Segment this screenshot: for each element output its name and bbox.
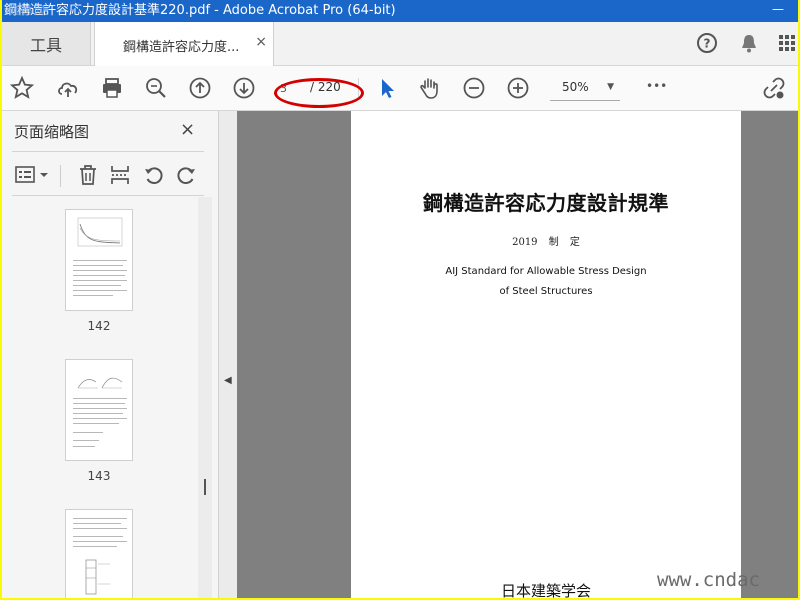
- select-cursor-icon[interactable]: [376, 76, 400, 100]
- thumbnail-text-line: [73, 295, 113, 296]
- panel-divider: [12, 151, 204, 152]
- zoom-dropdown[interactable]: 50% ▼: [550, 76, 620, 101]
- thumbnail-text-line: [73, 290, 127, 291]
- panel-divider: [12, 195, 204, 196]
- trash-icon[interactable]: [76, 163, 100, 187]
- thumbnail-text-line: [73, 423, 119, 424]
- panel-title: 页面缩略图: [14, 123, 90, 141]
- zoom-value: 50%: [562, 80, 589, 94]
- panel-tool-divider: [60, 165, 61, 187]
- help-icon[interactable]: ?: [696, 32, 718, 54]
- thumbnail-text-line: [73, 541, 127, 542]
- thumbnail-text-line: [73, 260, 127, 261]
- thumbnail-text-line: [73, 536, 123, 537]
- thumbnail-chart-preview: [77, 377, 123, 389]
- tab-tools-label: 工具: [30, 36, 63, 55]
- zoom-out-icon[interactable]: [462, 76, 486, 100]
- thumbnail-text-line: [73, 418, 127, 419]
- thumbnail-chart-preview: [77, 217, 123, 247]
- print-icon[interactable]: [100, 76, 124, 100]
- window-title: 鋼構造許容応力度設計基準220.pdf - Adobe Acrobat Pro …: [4, 3, 396, 18]
- tab-close-button[interactable]: ×: [255, 34, 267, 50]
- thumbnail-text-line: [73, 440, 99, 441]
- thumbnail-text-line: [73, 403, 125, 404]
- scrollbar-thumb[interactable]: [204, 479, 206, 495]
- svg-text:?: ?: [704, 37, 711, 51]
- thumbnail-diagram-preview: [85, 559, 110, 595]
- panel-toolbar: [2, 155, 218, 195]
- document-year: 2019 制 定: [512, 237, 580, 248]
- thumbnail-text-line: [73, 408, 127, 409]
- document-page: 鋼構造許容応力度設計規準 2019 制 定 AIJ Standard for A…: [351, 111, 741, 598]
- thumbnail-text-line: [73, 413, 123, 414]
- tab-tools[interactable]: 工具: [2, 22, 91, 65]
- chevron-left-icon[interactable]: ◀: [224, 375, 232, 386]
- share-link-icon[interactable]: [762, 76, 786, 100]
- page-up-icon[interactable]: [188, 76, 212, 100]
- thumbnail-text-line: [73, 523, 121, 524]
- tab-document-label: 鋼構造許容応力度...: [123, 40, 240, 55]
- tab-document[interactable]: 鋼構造許容応力度... ×: [94, 22, 274, 66]
- zoom-in-icon[interactable]: [506, 76, 530, 100]
- bell-icon[interactable]: [738, 32, 760, 54]
- thumbnail-list: 142 143: [2, 197, 198, 598]
- thumbnail-text-line: [73, 285, 121, 286]
- page-thumbnail-142[interactable]: [65, 209, 133, 311]
- thumbnail-text-line: [73, 280, 127, 281]
- tab-row: 工具 鋼構造許容応力度... × ?: [2, 22, 798, 66]
- insert-page-icon[interactable]: [108, 163, 132, 187]
- thumbnail-scrollbar[interactable]: [198, 197, 212, 598]
- thumbnail-text-line: [73, 270, 127, 271]
- title-bar: 鋼構造許容応力度設計基準220.pdf - Adobe Acrobat Pro …: [2, 0, 798, 22]
- thumbnail-text-line: [73, 432, 103, 433]
- thumbnail-text-line: [73, 518, 127, 519]
- document-title: 鋼構造許容応力度設計規準: [423, 191, 669, 215]
- thumbnail-text-line: [73, 398, 127, 399]
- logo-watermark: 道林网: [10, 4, 46, 17]
- more-icon[interactable]: •••: [646, 79, 667, 93]
- rotate-ccw-icon[interactable]: [142, 163, 166, 187]
- document-english-title-line1: AIJ Standard for Allowable Stress Design: [445, 266, 647, 277]
- page-thumbnail-next[interactable]: [65, 509, 133, 598]
- cloud-upload-icon[interactable]: [56, 76, 80, 100]
- document-view[interactable]: 鋼構造許容応力度設計規準 2019 制 定 AIJ Standard for A…: [237, 111, 798, 598]
- rotate-cw-icon[interactable]: [174, 163, 198, 187]
- chevron-down-icon: ▼: [607, 82, 614, 92]
- thumbnail-text-line: [73, 265, 123, 266]
- thumbnail-text-line: [73, 275, 125, 276]
- thumbnail-text-line: [73, 446, 95, 447]
- document-english-title-line2: of Steel Structures: [499, 286, 593, 297]
- panel-close-button[interactable]: ×: [180, 119, 195, 140]
- thumbnail-page-label: 143: [87, 469, 111, 483]
- panel-collapse-strip[interactable]: ◀: [219, 111, 237, 598]
- page-down-icon[interactable]: [232, 76, 256, 100]
- site-watermark: www.cndac: [657, 569, 760, 591]
- thumbnail-page-label: 142: [87, 319, 111, 333]
- zoom-search-icon[interactable]: [144, 76, 168, 100]
- minimize-button[interactable]: —: [772, 2, 784, 16]
- hand-tool-icon[interactable]: [418, 76, 442, 100]
- thumbnail-options-icon[interactable]: [14, 163, 52, 187]
- page-thumbnail-143[interactable]: [65, 359, 133, 461]
- main-toolbar: / 220 50% ▼ •••: [2, 66, 798, 111]
- star-icon[interactable]: [10, 76, 34, 100]
- thumbnail-text-line: [73, 528, 127, 529]
- acrobat-window: 鋼構造許容応力度設計基準220.pdf - Adobe Acrobat Pro …: [2, 0, 798, 598]
- apps-grid-icon[interactable]: [776, 32, 798, 54]
- thumbnails-panel: 页面缩略图 × 142 143: [2, 111, 219, 598]
- highlight-annotation: [274, 78, 364, 108]
- thumbnail-text-line: [73, 546, 117, 547]
